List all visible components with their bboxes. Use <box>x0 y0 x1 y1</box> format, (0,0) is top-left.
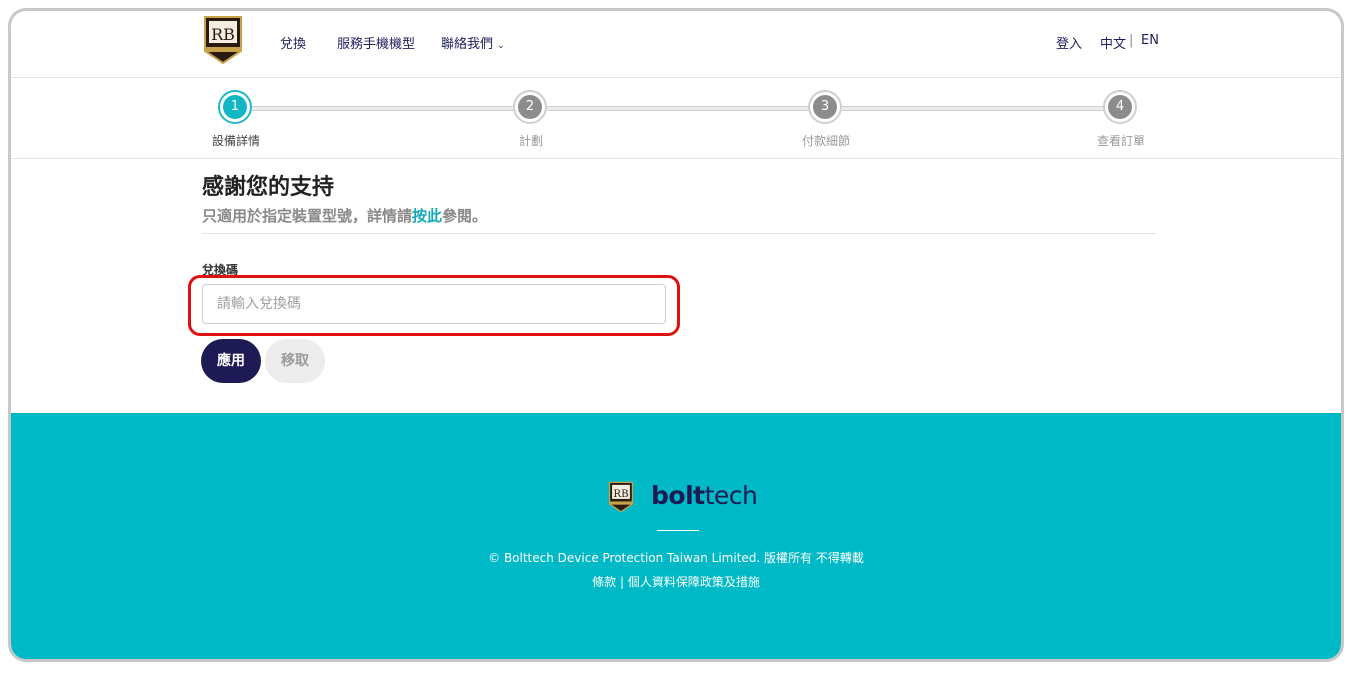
page-title: 感謝您的支持 <box>202 175 335 200</box>
rb-logo-icon[interactable]: RB <box>201 15 245 65</box>
page-subtitle: 只適用於指定裝置型號，詳情請按此參閱。 <box>202 205 487 226</box>
subtitle-text-before: 只適用於指定裝置型號，詳情請 <box>202 207 413 225</box>
step-4-number: 4 <box>1108 95 1132 119</box>
site-header: RB 兌換 服務手機機型 聯絡我們 ⌄ 登入 中文 | EN <box>11 11 1341 78</box>
step-2-number: 2 <box>518 95 542 119</box>
step-3-number: 3 <box>813 95 837 119</box>
footer-divider <box>657 530 699 531</box>
step-4-circle: 4 <box>1103 90 1137 124</box>
step-2-label: 計劃 <box>519 134 544 148</box>
nav-redeem[interactable]: 兌換 <box>280 33 306 52</box>
progress-stepper: 1 2 3 4 設備詳情 計劃 付款細節 查看訂單 <box>11 78 1341 159</box>
step-2-circle: 2 <box>513 90 547 124</box>
section-divider <box>202 233 1156 234</box>
svg-text:RB: RB <box>613 489 628 500</box>
lang-en[interactable]: EN <box>1141 33 1159 48</box>
step-3-label: 付款細節 <box>802 134 851 148</box>
footer-link-separator: | <box>616 575 628 589</box>
step-4-label: 查看訂單 <box>1097 134 1146 148</box>
nav-contact-us[interactable]: 聯絡我們 ⌄ <box>441 33 505 52</box>
step-connector <box>547 106 809 111</box>
subtitle-text-after: 參閱。 <box>442 207 488 225</box>
svg-text:RB: RB <box>211 25 235 44</box>
brand-light: tech <box>704 481 758 510</box>
login-link[interactable]: 登入 <box>1056 33 1082 52</box>
remove-button[interactable]: 移取 <box>265 339 325 383</box>
chevron-down-icon: ⌄ <box>497 41 505 51</box>
footer-copyright: © Bolttech Device Protection Taiwan Limi… <box>488 551 864 565</box>
bolttech-logo: bolttech <box>651 481 758 510</box>
footer-links: 條款 | 個人資料保障政策及措施 <box>11 573 1341 590</box>
step-1-number: 1 <box>223 95 247 119</box>
site-footer: RB bolttech © Bolttech Device Protection… <box>11 413 1341 659</box>
step-1-circle: 1 <box>218 90 252 124</box>
step-connector <box>842 106 1104 111</box>
terms-link[interactable]: 條款 <box>592 575 616 589</box>
step-1-label: 設備詳情 <box>212 134 261 148</box>
browser-frame: RB 兌換 服務手機機型 聯絡我們 ⌄ 登入 中文 | EN 1 2 3 4 設… <box>8 8 1344 662</box>
privacy-link[interactable]: 個人資料保障政策及措施 <box>628 575 760 589</box>
step-connector <box>252 106 514 111</box>
lang-zh[interactable]: 中文 <box>1100 33 1126 52</box>
nav-contact-label: 聯絡我們 <box>441 37 494 52</box>
apply-button[interactable]: 應用 <box>201 339 261 383</box>
brand-bold: bolt <box>651 481 705 510</box>
subtitle-link[interactable]: 按此 <box>412 207 442 225</box>
lang-separator: | <box>1129 33 1134 48</box>
nav-supported-models[interactable]: 服務手機機型 <box>337 33 415 52</box>
redeem-code-input[interactable] <box>202 284 666 324</box>
rb-footer-logo-icon: RB <box>608 481 634 513</box>
step-3-circle: 3 <box>808 90 842 124</box>
